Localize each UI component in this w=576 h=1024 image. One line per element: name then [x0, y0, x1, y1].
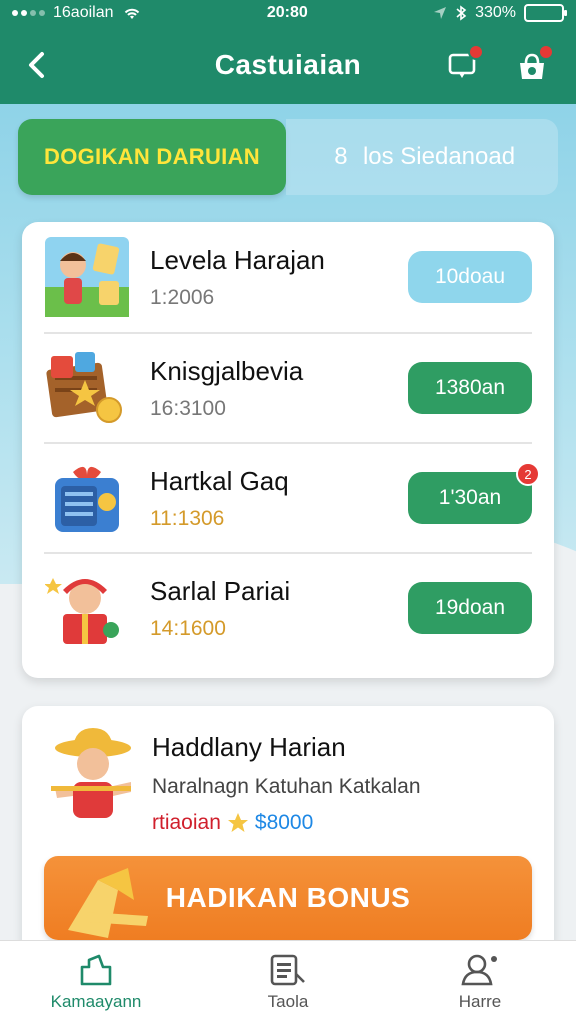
status-time: 20:80: [266, 4, 308, 21]
location-icon: [434, 7, 447, 19]
task-name: Hartkal Gaq: [150, 465, 289, 496]
nav-label: Kamaayann: [50, 991, 142, 1011]
gift-box-icon: [44, 456, 130, 540]
task-row: Knisgjalbevia 16:3100 1380an: [44, 332, 532, 442]
tab-bar: DOGIKAN DARUIAN 8 los Siedanoad: [18, 119, 558, 195]
nav-item-home[interactable]: Kamaayann: [0, 941, 192, 1024]
task-progress: 14:1600: [150, 616, 226, 640]
task-claim-button[interactable]: 19doan: [408, 582, 532, 634]
kid-with-cards-icon: [44, 235, 130, 319]
signal-icon: [12, 10, 45, 16]
task-claim-button[interactable]: 1380an: [408, 362, 532, 414]
daily-bonus-subtitle: Naralnagn Katuhan Katkalan: [152, 775, 421, 798]
list-icon: [270, 954, 305, 985]
back-button[interactable]: [20, 48, 54, 82]
tab-daily-tasks[interactable]: DOGIKAN DARUIAN: [18, 119, 286, 195]
claim-bonus-button[interactable]: HADIKAN BONUS: [44, 856, 532, 940]
reward-value: $8000: [254, 811, 314, 834]
task-info: Levela Harajan 1:2006: [150, 245, 408, 310]
task-info: Hartkal Gaq 11:1306: [150, 466, 408, 531]
wifi-icon: [124, 8, 139, 19]
daily-bonus-reward: rtiaoian $8000: [152, 811, 421, 835]
carrier-name: 16aoilan: [53, 4, 114, 21]
tab-number-icon: 8: [334, 143, 348, 170]
daily-bonus-text: Haddlany Harian Naralnagn Katuhan Katkal…: [152, 726, 421, 836]
notification-button[interactable]: [442, 44, 484, 86]
task-claim-button[interactable]: 1'30an 2: [408, 462, 540, 524]
task-row: Levela Harajan 1:2006 10doau: [44, 222, 532, 332]
profile-icon: [461, 954, 497, 985]
bluetooth-icon: [456, 5, 467, 21]
chevron-left-icon: [29, 52, 44, 78]
task-name: Sarlal Pariai: [150, 575, 291, 606]
home-icon: [80, 954, 112, 985]
task-claim-label: 1'30an: [438, 486, 502, 509]
claim-bonus-label: HADIKAN BONUS: [165, 882, 411, 913]
status-bar: 16aoilan 20:80 330%: [0, 0, 576, 26]
reward-label: rtiaoian: [152, 811, 221, 834]
task-progress: 16:3100: [150, 396, 226, 420]
battery-icon: [524, 4, 567, 22]
task-claim-button[interactable]: 10doau: [408, 251, 532, 303]
treasure-board-icon: [44, 346, 130, 430]
tab-second-label: los Siedanoad: [362, 143, 516, 170]
nav-label: Harre: [458, 991, 502, 1011]
task-info: Knisgjalbevia 16:3100: [150, 356, 408, 421]
task-list: Levela Harajan 1:2006 10doau Knisgjalbev…: [22, 222, 554, 678]
task-info: Sarlal Pariai 14:1600: [150, 576, 408, 641]
nav-item-profile[interactable]: Harre: [384, 941, 576, 1024]
nav-item-tasks[interactable]: Taola: [192, 941, 384, 1024]
rewards-button[interactable]: [512, 44, 554, 86]
status-right: 330%: [433, 4, 567, 22]
bottom-nav: Kamaayann Taola Harre: [0, 940, 576, 1024]
farmer-kid-icon: [46, 726, 138, 830]
app-header: Castuiaian: [0, 26, 576, 104]
battery-percent: 330%: [475, 4, 516, 21]
rewards-dot: [538, 44, 554, 60]
daily-bonus-info: Haddlany Harian Naralnagn Katuhan Katkal…: [46, 726, 536, 836]
tab-second[interactable]: 8 los Siedanoad: [286, 119, 558, 195]
task-progress: 1:2006: [150, 285, 215, 309]
task-name: Levela Harajan: [150, 244, 325, 275]
status-left: 16aoilan: [12, 4, 142, 22]
task-name: Knisgjalbevia: [150, 355, 304, 386]
notification-badge: 2: [516, 462, 540, 486]
daily-bonus-card: Haddlany Harian Naralnagn Katuhan Katkal…: [22, 706, 554, 956]
task-row: Sarlal Pariai 14:1600 19doan: [44, 552, 532, 662]
task-progress: 11:1306: [150, 506, 225, 530]
task-row: Hartkal Gaq 11:1306 1'30an 2: [44, 442, 540, 552]
page-title: Castuiaian: [214, 49, 362, 80]
star-icon: [227, 813, 248, 832]
gift-ribbon-icon: [68, 868, 148, 938]
kid-with-gift-icon: [44, 566, 130, 650]
daily-bonus-title: Haddlany Harian: [152, 732, 346, 762]
notification-dot: [468, 44, 484, 60]
nav-label: Taola: [267, 991, 309, 1011]
